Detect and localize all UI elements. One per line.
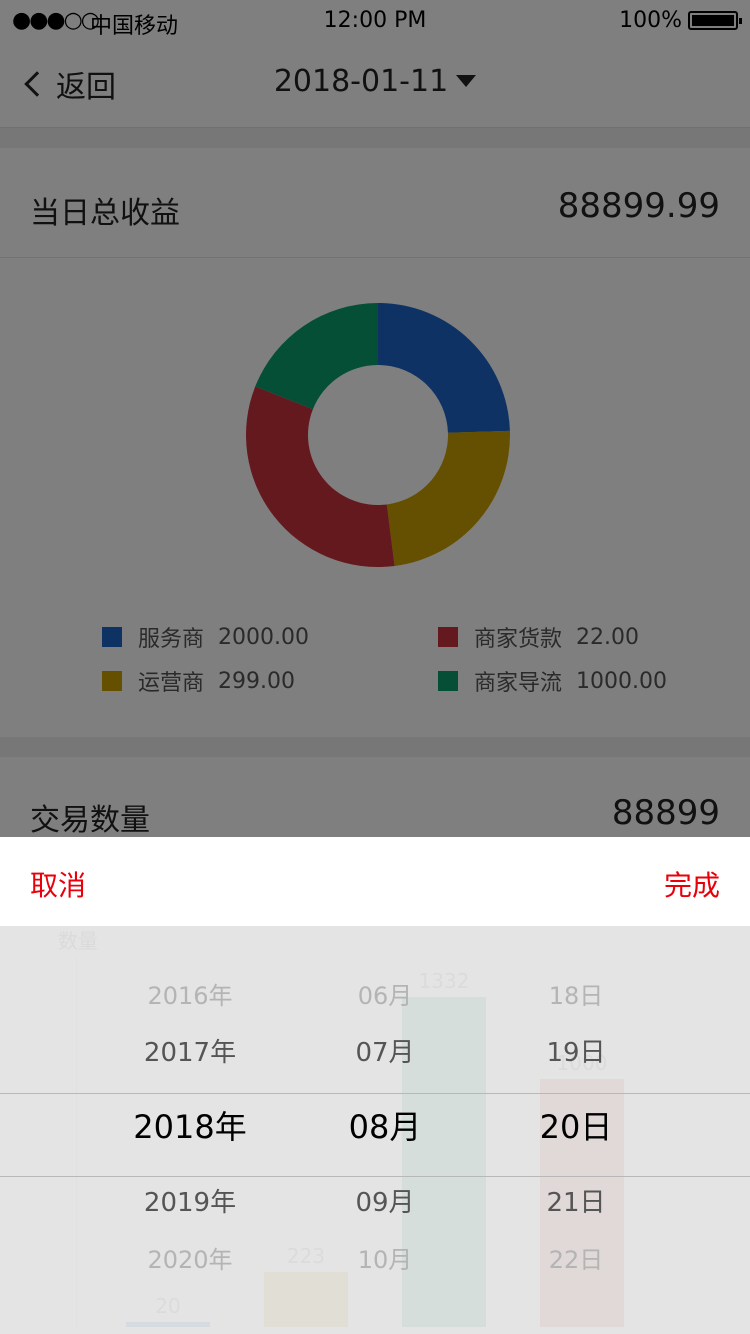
- date-picker-sheet: 取消 完成 2016年 2017年 2018年 2019年 2020年 06月 07月 08月…: [0, 837, 750, 1334]
- cancel-button[interactable]: 取消: [30, 864, 86, 904]
- picker-option[interactable]: 09月: [285, 1182, 485, 1219]
- picker-option[interactable]: 2017年: [90, 1032, 290, 1069]
- picker-option[interactable]: 07月: [285, 1032, 485, 1069]
- picker-option[interactable]: 06月: [285, 976, 485, 1011]
- picker-option[interactable]: 2018年: [90, 1102, 290, 1148]
- year-wheel[interactable]: 2016年 2017年 2018年 2019年 2020年: [90, 926, 290, 1334]
- picker-option[interactable]: 22日: [476, 1240, 676, 1275]
- picker-option[interactable]: 20日: [476, 1102, 676, 1148]
- picker-option[interactable]: 10月: [285, 1240, 485, 1275]
- picker-option[interactable]: 2020年: [90, 1240, 290, 1275]
- picker-option[interactable]: 2019年: [90, 1182, 290, 1219]
- month-wheel[interactable]: 06月 07月 08月 09月 10月: [285, 926, 485, 1334]
- picker-option[interactable]: 08月: [285, 1102, 485, 1148]
- picker-option[interactable]: 2016年: [90, 976, 290, 1011]
- picker-option[interactable]: 18日: [476, 976, 676, 1011]
- done-button[interactable]: 完成: [664, 864, 720, 904]
- day-wheel[interactable]: 18日 19日 20日 21日 22日: [476, 926, 676, 1334]
- picker-toolbar: 取消 完成: [0, 837, 750, 926]
- picker-option[interactable]: 21日: [476, 1182, 676, 1219]
- picker-option[interactable]: 19日: [476, 1032, 676, 1069]
- date-picker-wheels[interactable]: 2016年 2017年 2018年 2019年 2020年 06月 07月 08月 09月 10月…: [0, 926, 750, 1334]
